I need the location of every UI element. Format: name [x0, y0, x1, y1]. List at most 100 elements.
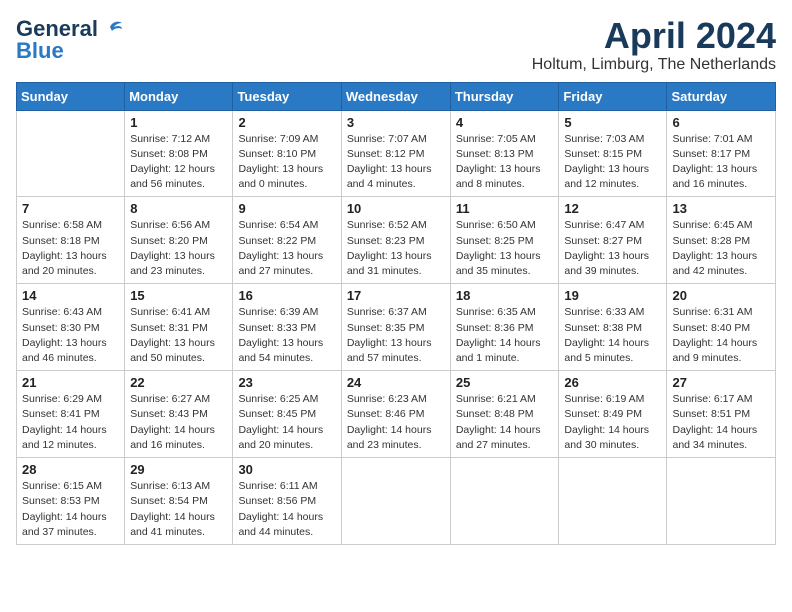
- logo-bird-icon: [100, 17, 122, 37]
- day-info: Sunrise: 6:27 AMSunset: 8:43 PMDaylight:…: [130, 392, 227, 453]
- day-info: Sunrise: 6:23 AMSunset: 8:46 PMDaylight:…: [347, 392, 445, 453]
- day-info: Sunrise: 7:05 AMSunset: 8:13 PMDaylight:…: [456, 132, 554, 193]
- weekday-header: Sunday: [17, 82, 125, 110]
- title-section: April 2024 Holtum, Limburg, The Netherla…: [532, 16, 776, 74]
- calendar-cell: [341, 458, 450, 545]
- day-info: Sunrise: 7:12 AMSunset: 8:08 PMDaylight:…: [130, 132, 227, 193]
- calendar-cell: 24 Sunrise: 6:23 AMSunset: 8:46 PMDayligh…: [341, 371, 450, 458]
- day-number: 16: [238, 288, 335, 303]
- day-info: Sunrise: 6:11 AMSunset: 8:56 PMDaylight:…: [238, 479, 335, 540]
- month-title: April 2024: [532, 16, 776, 56]
- day-info: Sunrise: 6:47 AMSunset: 8:27 PMDaylight:…: [564, 218, 661, 279]
- day-number: 7: [22, 201, 119, 216]
- day-number: 26: [564, 375, 661, 390]
- day-info: Sunrise: 6:41 AMSunset: 8:31 PMDaylight:…: [130, 305, 227, 366]
- day-info: Sunrise: 6:52 AMSunset: 8:23 PMDaylight:…: [347, 218, 445, 279]
- day-info: Sunrise: 6:39 AMSunset: 8:33 PMDaylight:…: [238, 305, 335, 366]
- day-number: 27: [672, 375, 770, 390]
- calendar-cell: 19 Sunrise: 6:33 AMSunset: 8:38 PMDayligh…: [559, 284, 667, 371]
- day-info: Sunrise: 6:35 AMSunset: 8:36 PMDaylight:…: [456, 305, 554, 366]
- day-number: 5: [564, 115, 661, 130]
- day-number: 30: [238, 462, 335, 477]
- day-number: 25: [456, 375, 554, 390]
- calendar-table: SundayMondayTuesdayWednesdayThursdayFrid…: [16, 82, 776, 545]
- day-info: Sunrise: 6:13 AMSunset: 8:54 PMDaylight:…: [130, 479, 227, 540]
- calendar-header-row: SundayMondayTuesdayWednesdayThursdayFrid…: [17, 82, 776, 110]
- day-info: Sunrise: 6:45 AMSunset: 8:28 PMDaylight:…: [672, 218, 770, 279]
- day-number: 9: [238, 201, 335, 216]
- day-info: Sunrise: 6:21 AMSunset: 8:48 PMDaylight:…: [456, 392, 554, 453]
- day-number: 21: [22, 375, 119, 390]
- day-info: Sunrise: 6:54 AMSunset: 8:22 PMDaylight:…: [238, 218, 335, 279]
- day-number: 18: [456, 288, 554, 303]
- day-number: 10: [347, 201, 445, 216]
- calendar-cell: 8 Sunrise: 6:56 AMSunset: 8:20 PMDaylight…: [125, 197, 233, 284]
- calendar-cell: 28 Sunrise: 6:15 AMSunset: 8:53 PMDayligh…: [17, 458, 125, 545]
- day-number: 24: [347, 375, 445, 390]
- day-number: 13: [672, 201, 770, 216]
- calendar-cell: 4Sunrise: 7:05 AMSunset: 8:13 PMDaylight…: [450, 110, 559, 197]
- day-number: 2: [238, 115, 335, 130]
- day-number: 28: [22, 462, 119, 477]
- calendar-cell: 22 Sunrise: 6:27 AMSunset: 8:43 PMDayligh…: [125, 371, 233, 458]
- day-number: 11: [456, 201, 554, 216]
- day-info: Sunrise: 6:33 AMSunset: 8:38 PMDaylight:…: [564, 305, 661, 366]
- logo-blue: Blue: [16, 38, 64, 64]
- day-number: 1: [130, 115, 227, 130]
- day-info: Sunrise: 6:58 AMSunset: 8:18 PMDaylight:…: [22, 218, 119, 279]
- calendar-cell: 2 Sunrise: 7:09 AMSunset: 8:10 PMDaylight…: [233, 110, 341, 197]
- day-info: Sunrise: 6:25 AMSunset: 8:45 PMDaylight:…: [238, 392, 335, 453]
- day-number: 20: [672, 288, 770, 303]
- calendar-cell: 12 Sunrise: 6:47 AMSunset: 8:27 PMDayligh…: [559, 197, 667, 284]
- calendar-cell: 29 Sunrise: 6:13 AMSunset: 8:54 PMDayligh…: [125, 458, 233, 545]
- weekday-header: Friday: [559, 82, 667, 110]
- day-info: Sunrise: 7:01 AMSunset: 8:17 PMDaylight:…: [672, 132, 770, 193]
- page-header: General Blue April 2024 Holtum, Limburg,…: [16, 16, 776, 74]
- day-number: 17: [347, 288, 445, 303]
- calendar-cell: 15Sunrise: 6:41 AMSunset: 8:31 PMDayligh…: [125, 284, 233, 371]
- day-info: Sunrise: 6:17 AMSunset: 8:51 PMDaylight:…: [672, 392, 770, 453]
- calendar-week-row: 21 Sunrise: 6:29 AMSunset: 8:41 PMDayligh…: [17, 371, 776, 458]
- calendar-week-row: 1 Sunrise: 7:12 AMSunset: 8:08 PMDaylight…: [17, 110, 776, 197]
- calendar-cell: 5 Sunrise: 7:03 AMSunset: 8:15 PMDaylight…: [559, 110, 667, 197]
- weekday-header: Thursday: [450, 82, 559, 110]
- day-info: Sunrise: 6:50 AMSunset: 8:25 PMDaylight:…: [456, 218, 554, 279]
- location-title: Holtum, Limburg, The Netherlands: [532, 56, 776, 74]
- weekday-header: Saturday: [667, 82, 776, 110]
- calendar-cell: 10 Sunrise: 6:52 AMSunset: 8:23 PMDayligh…: [341, 197, 450, 284]
- day-info: Sunrise: 6:31 AMSunset: 8:40 PMDaylight:…: [672, 305, 770, 366]
- day-number: 3: [347, 115, 445, 130]
- day-number: 12: [564, 201, 661, 216]
- day-info: Sunrise: 7:07 AMSunset: 8:12 PMDaylight:…: [347, 132, 445, 193]
- weekday-header: Wednesday: [341, 82, 450, 110]
- day-info: Sunrise: 7:09 AMSunset: 8:10 PMDaylight:…: [238, 132, 335, 193]
- calendar-week-row: 14Sunrise: 6:43 AMSunset: 8:30 PMDayligh…: [17, 284, 776, 371]
- day-number: 23: [238, 375, 335, 390]
- calendar-cell: 13 Sunrise: 6:45 AMSunset: 8:28 PMDayligh…: [667, 197, 776, 284]
- calendar-cell: 7 Sunrise: 6:58 AMSunset: 8:18 PMDaylight…: [17, 197, 125, 284]
- calendar-cell: 3 Sunrise: 7:07 AMSunset: 8:12 PMDaylight…: [341, 110, 450, 197]
- calendar-cell: 23 Sunrise: 6:25 AMSunset: 8:45 PMDayligh…: [233, 371, 341, 458]
- day-number: 6: [672, 115, 770, 130]
- calendar-cell: 21 Sunrise: 6:29 AMSunset: 8:41 PMDayligh…: [17, 371, 125, 458]
- day-number: 29: [130, 462, 227, 477]
- day-number: 8: [130, 201, 227, 216]
- day-info: Sunrise: 7:03 AMSunset: 8:15 PMDaylight:…: [564, 132, 661, 193]
- day-number: 22: [130, 375, 227, 390]
- day-info: Sunrise: 6:19 AMSunset: 8:49 PMDaylight:…: [564, 392, 661, 453]
- calendar-cell: 16 Sunrise: 6:39 AMSunset: 8:33 PMDayligh…: [233, 284, 341, 371]
- day-info: Sunrise: 6:15 AMSunset: 8:53 PMDaylight:…: [22, 479, 119, 540]
- day-info: Sunrise: 6:56 AMSunset: 8:20 PMDaylight:…: [130, 218, 227, 279]
- calendar-cell: [667, 458, 776, 545]
- calendar-cell: 1 Sunrise: 7:12 AMSunset: 8:08 PMDaylight…: [125, 110, 233, 197]
- day-number: 14: [22, 288, 119, 303]
- calendar-cell: 30 Sunrise: 6:11 AMSunset: 8:56 PMDayligh…: [233, 458, 341, 545]
- calendar-cell: 17Sunrise: 6:37 AMSunset: 8:35 PMDayligh…: [341, 284, 450, 371]
- day-info: Sunrise: 6:29 AMSunset: 8:41 PMDaylight:…: [22, 392, 119, 453]
- calendar-cell: 18 Sunrise: 6:35 AMSunset: 8:36 PMDayligh…: [450, 284, 559, 371]
- calendar-cell: 27 Sunrise: 6:17 AMSunset: 8:51 PMDayligh…: [667, 371, 776, 458]
- calendar-week-row: 28 Sunrise: 6:15 AMSunset: 8:53 PMDayligh…: [17, 458, 776, 545]
- day-number: 19: [564, 288, 661, 303]
- calendar-cell: 14Sunrise: 6:43 AMSunset: 8:30 PMDayligh…: [17, 284, 125, 371]
- calendar-cell: 9 Sunrise: 6:54 AMSunset: 8:22 PMDaylight…: [233, 197, 341, 284]
